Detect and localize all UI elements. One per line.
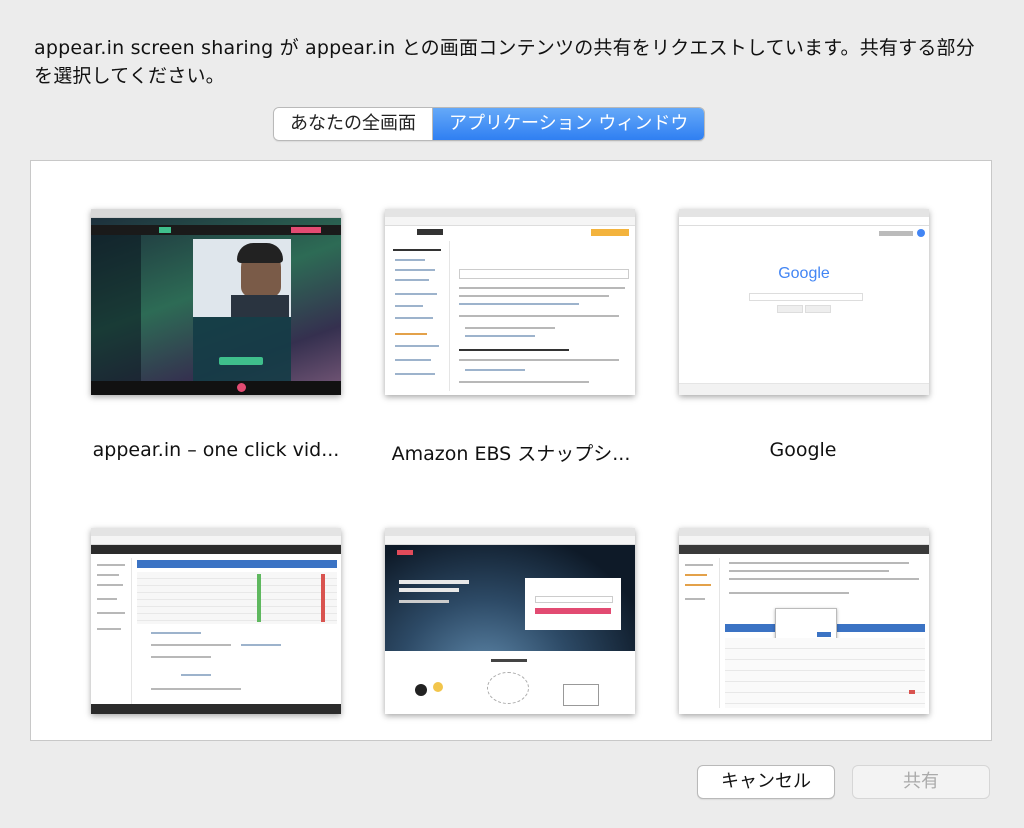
permission-prompt: appear.in screen sharing が appear.in との画… (34, 37, 975, 87)
window-title-amazon-ebs: Amazon EBS スナップシ... (391, 443, 631, 465)
window-title-google: Google (769, 439, 837, 461)
source-type-selector[interactable]: あなたの全画面 アプリケーション ウィンドウ (273, 107, 706, 141)
window-grid: appear.in – one click vid... Amazon EBS … (30, 160, 992, 741)
window-thumbnail-dialog[interactable] (679, 528, 929, 714)
window-thumbnail-console[interactable] (91, 528, 341, 714)
window-thumbnail-google[interactable]: Google (679, 209, 929, 395)
window-thumbnail-amazon-ebs[interactable] (385, 209, 635, 395)
cancel-button[interactable]: キャンセル (697, 765, 835, 799)
window-thumbnail-appear-in[interactable] (91, 209, 341, 395)
google-logo: Google (778, 265, 830, 282)
share-button[interactable]: 共有 (852, 765, 990, 799)
window-thumbnail-landing-page[interactable] (385, 528, 635, 714)
tab-application-window[interactable]: アプリケーション ウィンドウ (432, 108, 705, 140)
window-title-appear-in: appear.in – one click vid... (92, 439, 340, 461)
tab-entire-screen[interactable]: あなたの全画面 (274, 108, 432, 140)
